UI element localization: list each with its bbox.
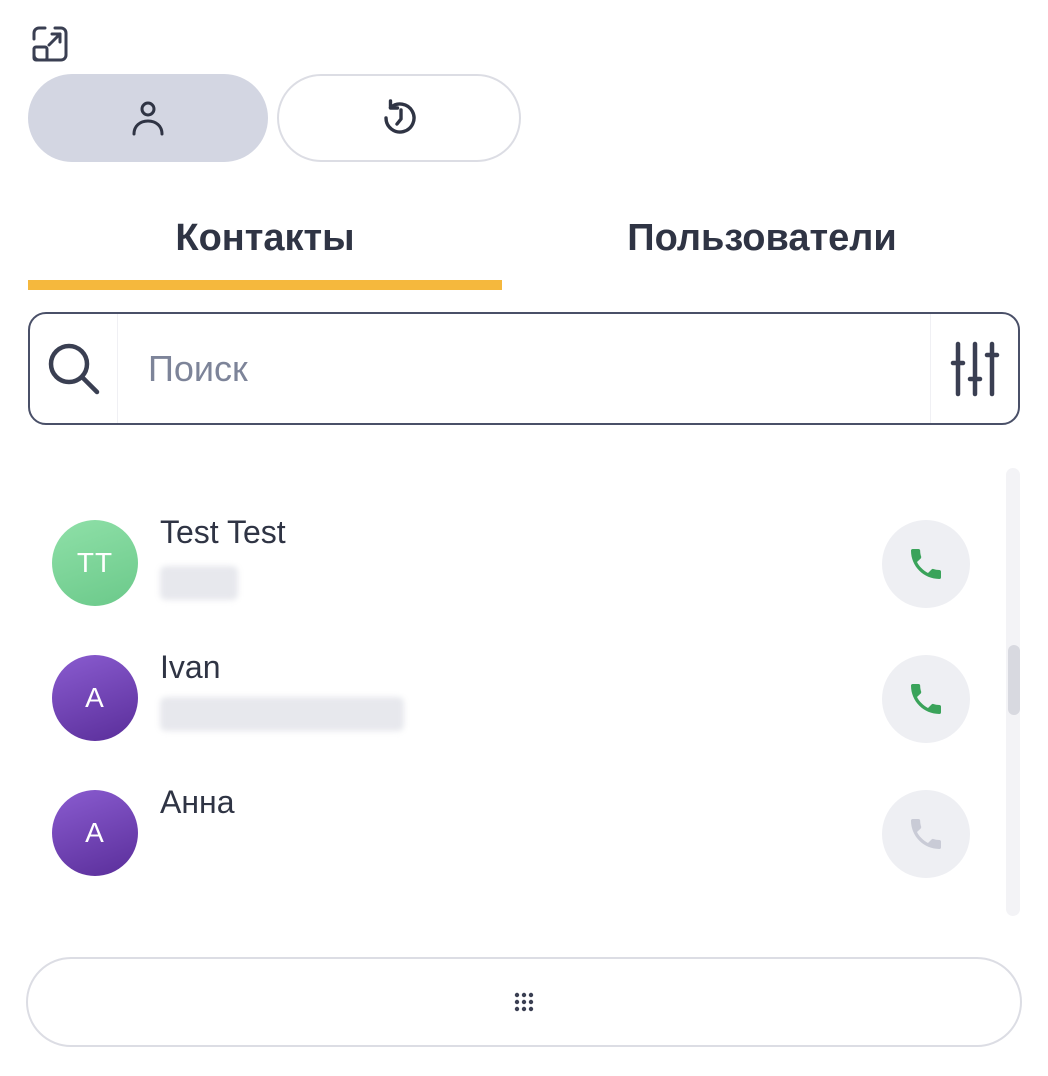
avatar-initials: A [85,817,105,848]
filter-sliders-icon [950,341,999,396]
search-icon-area [30,314,118,423]
contact-name: Ivan [160,649,221,685]
history-icon [384,99,416,134]
tab-users[interactable]: Пользователи [525,196,999,280]
avatar-initials: TT [76,547,114,578]
call-button[interactable] [882,520,970,608]
call-button-disabled[interactable] [882,790,970,878]
list-item[interactable]: TT Test Test [28,510,1000,610]
softphone-panel: Контакты Пользователи TT [0,0,1048,1076]
contact-detail-redacted [160,697,404,731]
avatar: A [52,655,138,741]
avatar-initials: A [85,682,105,713]
avatar: TT [52,520,138,606]
avatar: A [52,790,138,876]
contact-list: TT Test Test A Ivan A Анна [28,470,1000,915]
phone-icon [911,684,941,714]
active-tab-indicator [28,280,502,290]
contact-detail-redacted [160,566,238,600]
search-input[interactable] [148,334,928,404]
scrollbar-thumb[interactable] [1008,645,1020,715]
call-button[interactable] [882,655,970,743]
search-box [28,312,1020,425]
person-icon [132,101,164,136]
tab-contacts[interactable]: Контакты [28,196,502,280]
contacts-mode-button[interactable] [28,74,268,162]
tab-contacts-label: Контакты [175,216,355,259]
expand-icon [32,26,68,62]
expand-button[interactable] [30,24,70,64]
list-item[interactable]: A Анна [28,780,1000,880]
contact-name: Test Test [160,514,286,550]
phone-icon [911,819,941,849]
list-item[interactable]: A Ivan [28,645,1000,745]
search-icon [48,343,99,394]
tab-users-label: Пользователи [627,216,897,259]
dialpad-button[interactable] [26,957,1022,1047]
contact-name: Анна [160,784,235,820]
filter-button[interactable] [930,314,1018,423]
history-mode-button[interactable] [277,74,521,162]
dialpad-icon [514,992,534,1012]
phone-icon [911,549,941,579]
